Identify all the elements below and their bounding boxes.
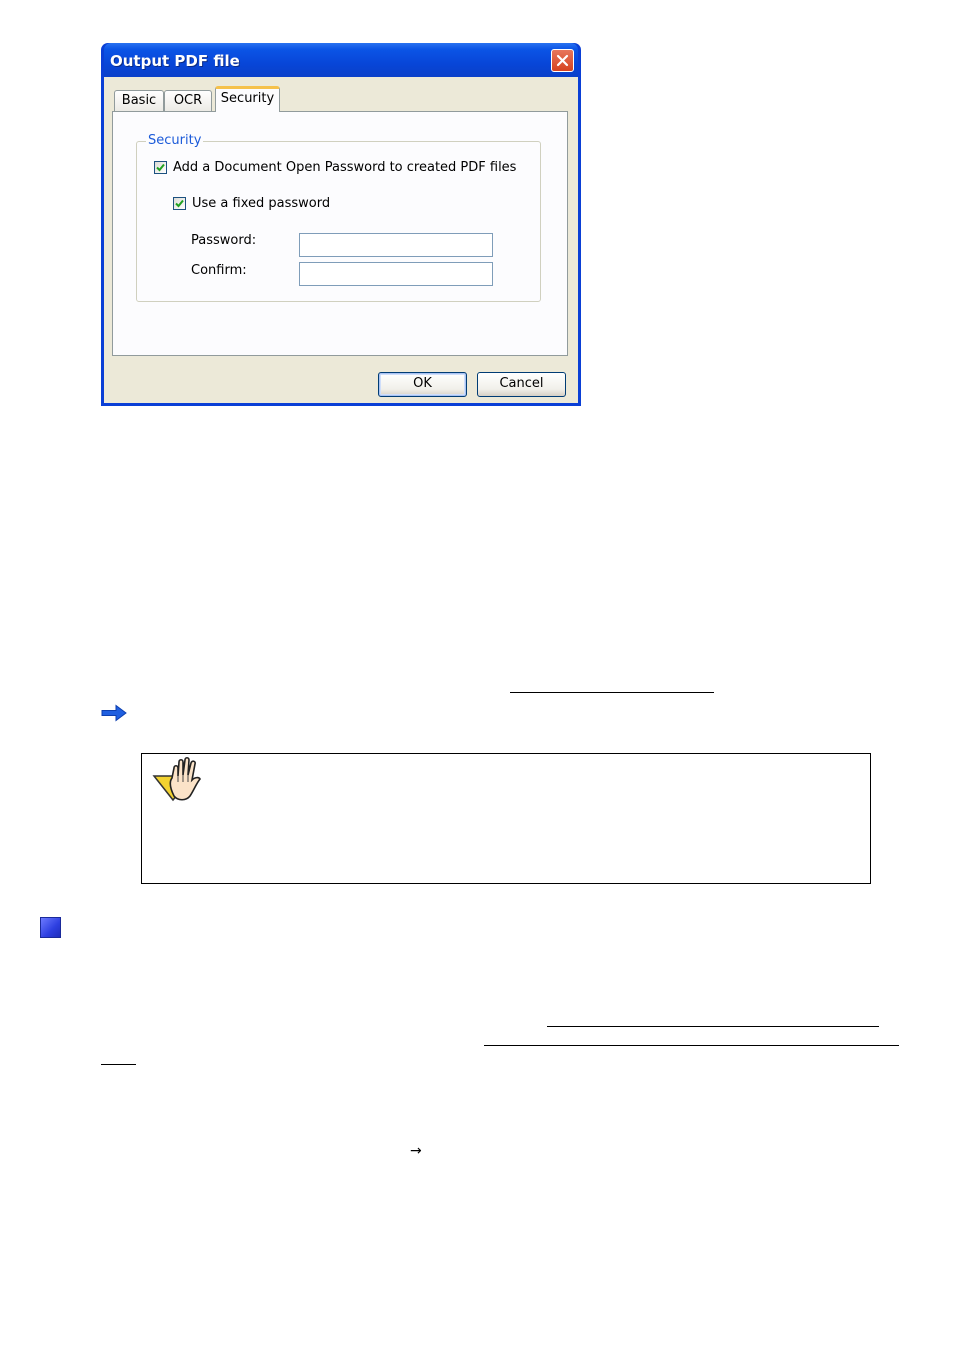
hyperlink-underline[interactable] bbox=[547, 1026, 879, 1027]
checkmark-icon bbox=[156, 163, 165, 172]
add-password-checkbox[interactable] bbox=[154, 161, 167, 174]
tab-basic[interactable]: Basic bbox=[114, 90, 164, 111]
security-groupbox: Security Add a Document Open Password to… bbox=[136, 133, 541, 302]
tab-ocr[interactable]: OCR bbox=[164, 90, 212, 111]
password-label: Password: bbox=[191, 233, 257, 248]
cancel-button[interactable]: Cancel bbox=[477, 372, 566, 397]
output-pdf-dialog: Output PDF file Basic OCR Security Secur… bbox=[101, 43, 581, 406]
hyperlink-underline[interactable] bbox=[101, 1064, 136, 1065]
confirm-label: Confirm: bbox=[191, 263, 247, 278]
fixed-password-checkbox[interactable] bbox=[173, 197, 186, 210]
caution-note-box bbox=[141, 753, 871, 884]
caution-hand-icon bbox=[152, 756, 201, 802]
close-button[interactable] bbox=[551, 49, 574, 72]
hyperlink-underline[interactable] bbox=[484, 1045, 899, 1046]
blue-right-arrow-icon bbox=[101, 704, 127, 722]
right-arrow-glyph: → bbox=[410, 1143, 422, 1159]
ok-button[interactable]: OK bbox=[378, 372, 467, 397]
title-bar[interactable]: Output PDF file bbox=[104, 43, 578, 77]
blue-square-bullet-icon bbox=[40, 917, 61, 938]
confirm-input[interactable] bbox=[299, 262, 493, 286]
security-tab-panel: Security Add a Document Open Password to… bbox=[112, 111, 568, 356]
close-x-icon bbox=[556, 54, 569, 67]
hyperlink-underline[interactable] bbox=[510, 692, 714, 693]
security-group-legend: Security bbox=[146, 133, 204, 149]
dialog-title: Output PDF file bbox=[110, 52, 240, 70]
add-password-label[interactable]: Add a Document Open Password to created … bbox=[173, 160, 516, 176]
page: Output PDF file Basic OCR Security Secur… bbox=[0, 0, 954, 1351]
tab-security[interactable]: Security bbox=[215, 86, 280, 112]
fixed-password-label[interactable]: Use a fixed password bbox=[192, 196, 330, 212]
dialog-client-area: Basic OCR Security Security Add a Docume… bbox=[104, 77, 578, 403]
checkmark-icon bbox=[175, 199, 184, 208]
password-input[interactable] bbox=[299, 233, 493, 257]
